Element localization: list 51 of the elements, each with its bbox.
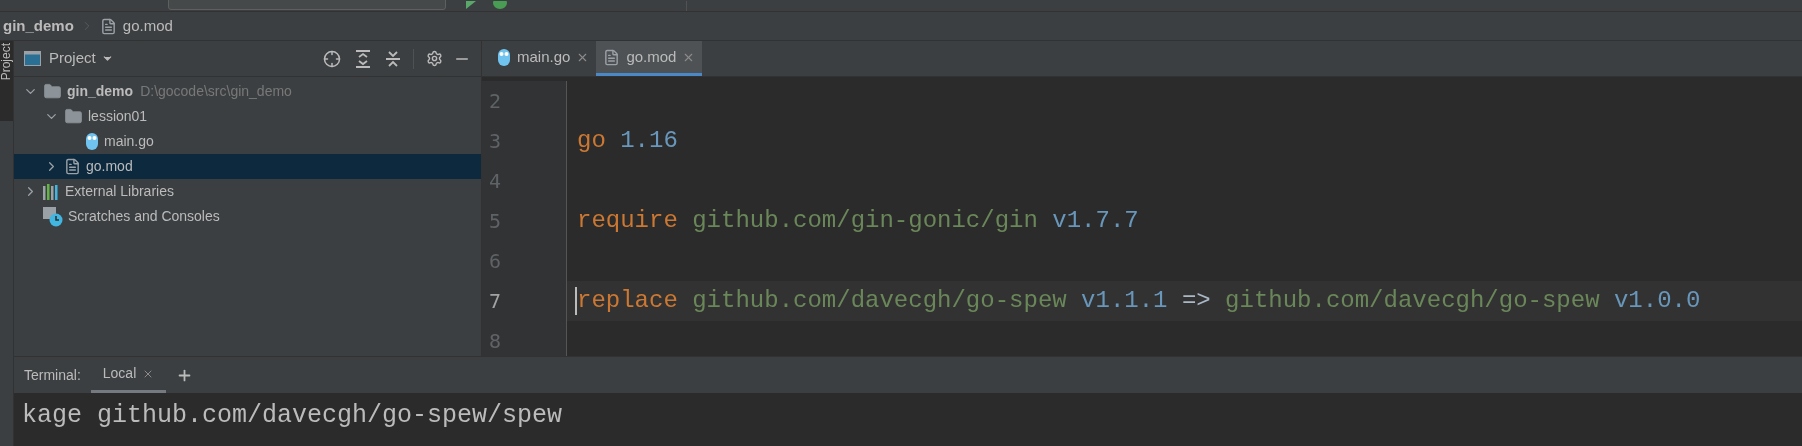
tab-label: Local xyxy=(102,364,137,383)
file-icon xyxy=(603,47,621,67)
tree-label: Scratches and Consoles xyxy=(68,207,220,226)
text-caret xyxy=(575,287,577,315)
library-icon xyxy=(43,183,60,200)
debug-icon[interactable] xyxy=(492,1,508,11)
crosshair-icon[interactable] xyxy=(323,49,341,68)
code-token: replace xyxy=(577,286,678,316)
capsule-icon xyxy=(85,132,99,151)
editor-tab[interactable]: main.go xyxy=(490,41,597,76)
tree-row[interactable]: gin_demo D:\gocode\src\gin_demo xyxy=(14,79,481,104)
code-token: => xyxy=(1181,286,1211,316)
collapse-all-icon[interactable] xyxy=(385,49,401,68)
tree-label: main.go xyxy=(104,132,154,151)
terminal-label: Terminal: xyxy=(24,365,81,385)
tree-row[interactable]: go.mod xyxy=(14,154,481,179)
window-icon xyxy=(24,51,41,66)
tab-label: go.mod xyxy=(626,46,677,67)
tree-row[interactable]: Scratches and Consoles xyxy=(14,204,481,229)
code-token: require xyxy=(577,206,678,236)
folder-icon xyxy=(43,82,62,101)
tab-label: main.go xyxy=(517,46,571,67)
breadcrumb-item[interactable]: gin_demo xyxy=(3,14,74,38)
expand-all-icon[interactable] xyxy=(355,49,371,68)
terminal-output: kage github.com/davecgh/go-spew/spew xyxy=(22,401,563,430)
code-token: github.com/davecgh/go-spew xyxy=(1225,286,1600,316)
tree-label: go.mod xyxy=(86,157,133,176)
breadcrumb-item[interactable]: go.mod xyxy=(122,14,173,38)
code-token: v1.7.7 xyxy=(1052,206,1139,236)
file-icon xyxy=(64,157,81,176)
panel-title[interactable]: Project xyxy=(49,47,96,70)
tree-label: lession01 xyxy=(88,107,148,126)
settings-icon[interactable] xyxy=(426,50,443,67)
tree-row[interactable]: main.go xyxy=(14,129,481,154)
code-token: github.com/gin-gonic/gin xyxy=(692,206,1038,236)
editor-tab[interactable]: go.mod xyxy=(596,41,703,76)
code-token: github.com/davecgh/go-spew xyxy=(692,286,1067,316)
file-icon xyxy=(99,16,117,36)
code-token: 1.16 xyxy=(620,126,678,156)
capsule-icon xyxy=(497,47,511,67)
tree-label: gin_demo xyxy=(67,82,134,101)
code-token: go xyxy=(577,126,606,156)
code-token: v1.1.1 xyxy=(1081,286,1168,316)
console-clock-icon xyxy=(43,206,63,227)
folder-icon xyxy=(64,107,83,126)
tree-path: D:\gocode\src\gin_demo xyxy=(140,82,292,101)
line-number: 7 xyxy=(489,288,502,315)
tree-row[interactable]: External Libraries xyxy=(14,179,481,204)
tree-label: External Libraries xyxy=(65,182,174,201)
code-token: v1.0.0 xyxy=(1613,286,1701,316)
tree-row[interactable]: lession01 xyxy=(14,104,481,129)
